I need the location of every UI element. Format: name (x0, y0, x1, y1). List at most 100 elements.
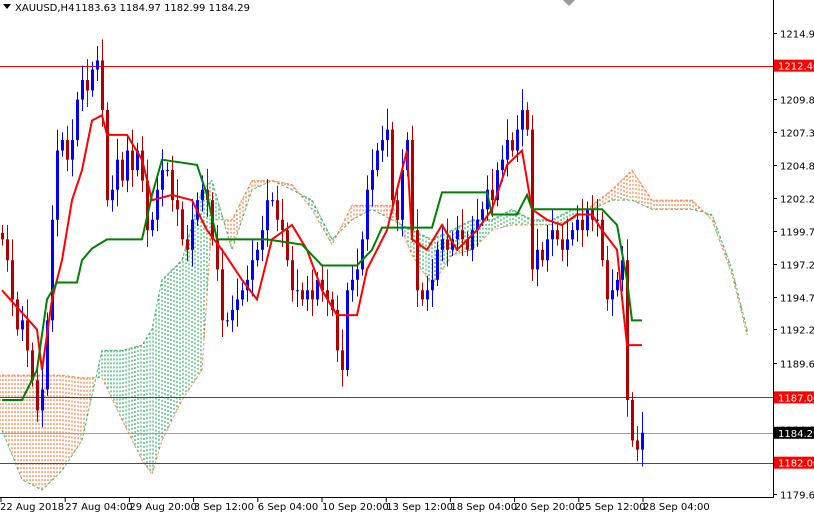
candle-body (536, 249, 539, 270)
candle-body (566, 239, 569, 250)
candle-body (346, 290, 349, 370)
candle (301, 282, 304, 306)
candle (276, 185, 279, 232)
y-tick-label: 1202.25 (780, 195, 814, 206)
candle (641, 411, 644, 467)
candle (626, 239, 629, 417)
candle-body (11, 260, 14, 300)
candle (16, 291, 19, 336)
candle-body (291, 260, 294, 291)
candle-body (631, 399, 634, 441)
candle (551, 209, 554, 257)
candle (586, 201, 589, 237)
y-tick-label: 1189.65 (780, 360, 814, 371)
candle-body (116, 159, 119, 190)
candle-body (101, 60, 104, 111)
candle (356, 248, 359, 297)
y-tick-label: 1199.75 (780, 228, 814, 239)
candle (306, 275, 309, 311)
candle-body (226, 320, 229, 322)
candle (471, 215, 474, 262)
candle (531, 115, 534, 281)
candle (96, 46, 99, 82)
price-chart[interactable]: 1214.90 1209.85 1207.30 1204.80 1202.25 1199.… (0, 0, 814, 514)
candle (351, 265, 354, 302)
candle-body (21, 320, 24, 330)
candle-body (551, 230, 554, 240)
candle-body (61, 140, 64, 151)
candle-body (576, 219, 579, 231)
candle (341, 329, 344, 387)
candle-body (281, 219, 284, 231)
candle-body (106, 110, 109, 201)
candle (326, 269, 329, 317)
x-tick-label: 20 Sep 20:00 (515, 502, 582, 513)
candle (561, 224, 564, 262)
candle-body (571, 230, 574, 240)
candle-body (541, 249, 544, 261)
candle-body (156, 189, 159, 220)
time-axis[interactable]: 22 Aug 2018 27 Aug 04:0029 Aug 20:003 Sep… (0, 497, 710, 513)
candle-body (66, 140, 69, 160)
candle-body (546, 239, 549, 261)
candle (76, 91, 79, 147)
candle (376, 142, 379, 177)
candle-body (491, 189, 494, 201)
candle-body (526, 110, 529, 130)
candle (416, 209, 419, 307)
triangle-down-icon[interactable] (3, 4, 11, 9)
candle (56, 129, 59, 237)
candle-body (341, 350, 344, 370)
candle (496, 162, 499, 207)
candle (361, 231, 364, 276)
candle-body (641, 432, 644, 450)
candle (421, 282, 424, 306)
candle (36, 366, 39, 422)
level-label: 1212.40 (778, 62, 814, 73)
candle (51, 205, 54, 332)
y-tick-label: 1179.60 (780, 491, 814, 502)
candle-body (86, 80, 89, 91)
candle-body (386, 129, 389, 141)
candle (256, 241, 259, 267)
candle-body (56, 150, 59, 220)
candle-body (606, 260, 609, 300)
candle-body (176, 200, 179, 210)
candle-body (416, 230, 419, 291)
candle (296, 269, 299, 307)
candle-body (266, 200, 269, 231)
candle-body (306, 290, 309, 300)
candle (371, 149, 374, 207)
candle-body (531, 129, 534, 270)
candle-body (231, 309, 234, 321)
chart-shift-marker-icon[interactable] (563, 0, 575, 6)
y-tick-label: 1197.25 (780, 261, 814, 272)
candle-body (581, 219, 584, 231)
candle (366, 175, 369, 251)
x-tick-label: 18 Sep 04:00 (450, 502, 517, 513)
candle-body (251, 260, 254, 280)
x-tick-label: 27 Aug 04:00 (65, 502, 132, 513)
candle (271, 192, 274, 207)
candle-body (96, 60, 99, 70)
candle-body (111, 189, 114, 201)
level-label: 1182.00 (778, 459, 814, 470)
candle (71, 119, 74, 177)
candle-body (191, 219, 194, 250)
candle (236, 278, 239, 327)
candle (476, 198, 479, 247)
candle (176, 179, 179, 227)
x-tick-label: 29 Aug 20:00 (129, 502, 196, 513)
candle-body (401, 170, 404, 220)
candle (241, 282, 244, 306)
candle-body (356, 269, 359, 280)
candle-body (41, 389, 44, 411)
candle-body (301, 290, 304, 300)
candle-body (501, 159, 504, 171)
candle (246, 265, 249, 302)
candle (41, 368, 44, 428)
candle-body (26, 320, 29, 351)
candle (526, 102, 529, 136)
candle-body (441, 239, 444, 250)
candle-body (601, 219, 604, 261)
